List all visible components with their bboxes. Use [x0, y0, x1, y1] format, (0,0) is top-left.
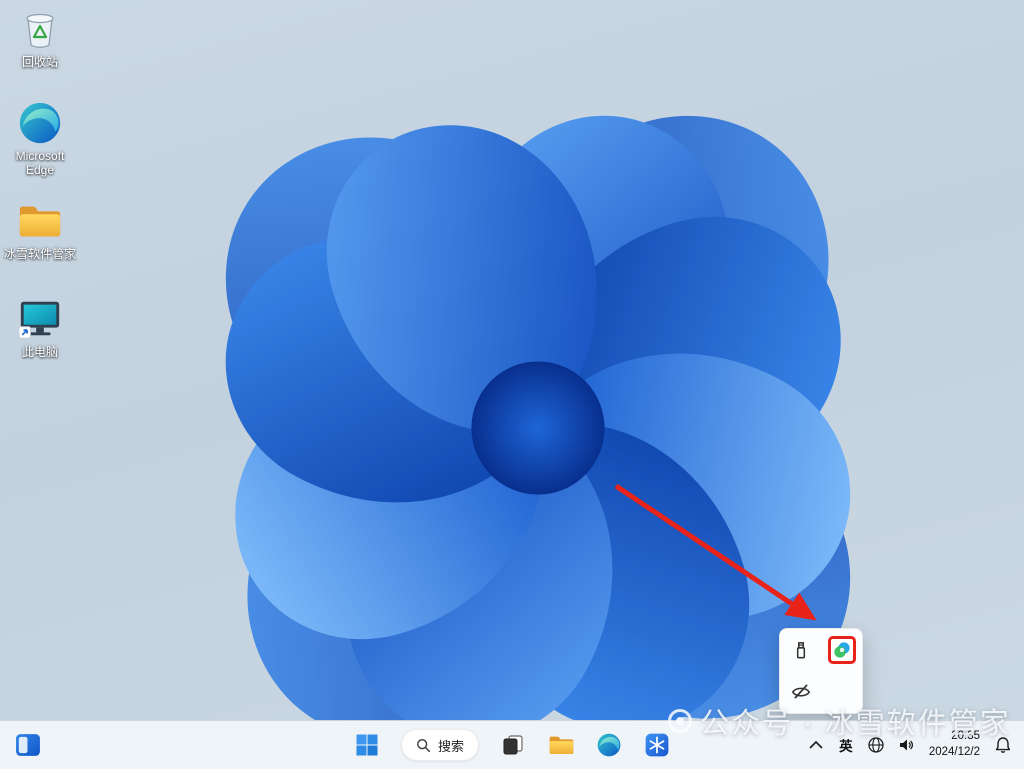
hidden-eye-icon	[790, 680, 812, 702]
bingxue-app-button[interactable]	[637, 725, 677, 765]
network-globe-icon	[867, 736, 885, 754]
tray-overflow-flyout	[779, 628, 863, 714]
search-icon	[416, 738, 431, 753]
edge-icon	[17, 100, 63, 146]
network-globe-button[interactable]	[863, 725, 889, 765]
task-view-button[interactable]	[493, 725, 533, 765]
security-manager-icon	[832, 640, 852, 660]
desktop-icon-bingxue-folder[interactable]: 冰雪软件管家	[1, 198, 79, 261]
clock-time: 20:35	[951, 729, 980, 745]
wallpaper-bloom	[0, 0, 1024, 721]
windows-start-icon	[355, 733, 379, 757]
usb-device-icon	[790, 639, 812, 661]
desktop: 回收站 Microsoft Edge	[0, 0, 1024, 769]
notifications-button[interactable]	[990, 725, 1016, 765]
taskbar-clock[interactable]: 20:35 2024/12/2	[923, 725, 986, 765]
search-label: 搜索	[438, 736, 464, 755]
tray-icon-security-manager[interactable]	[825, 633, 859, 667]
tray-icon-hidden-eye[interactable]	[784, 674, 818, 708]
ime-indicator[interactable]: 英	[833, 725, 859, 765]
taskbar-search[interactable]: 搜索	[401, 729, 479, 761]
edge-browser-button[interactable]	[589, 725, 629, 765]
desktop-icon-recycle-bin[interactable]: 回收站	[1, 6, 79, 69]
widgets-button[interactable]	[8, 725, 48, 765]
start-button[interactable]	[347, 725, 387, 765]
volume-button[interactable]	[893, 725, 919, 765]
tray-chevron-button[interactable]	[803, 725, 829, 765]
desktop-icon-label: 回收站	[22, 55, 58, 69]
this-pc-icon	[17, 296, 63, 342]
bingxue-app-icon	[644, 732, 670, 758]
desktop-icon-this-pc[interactable]: 此电脑	[1, 296, 79, 359]
desktop-icon-label: 冰雪软件管家	[4, 247, 76, 261]
annotation-red-box	[828, 636, 856, 664]
desktop-icon-label: 此电脑	[22, 345, 58, 359]
widgets-icon	[15, 732, 41, 758]
clock-date: 2024/12/2	[929, 745, 980, 761]
volume-icon	[897, 736, 915, 754]
tray-icon-usb-device[interactable]	[784, 633, 818, 667]
desktop-icon-label: Microsoft Edge	[1, 149, 79, 178]
recycle-bin-icon	[17, 6, 63, 52]
notification-bell-icon	[993, 735, 1013, 755]
edge-icon	[596, 732, 622, 758]
desktop-icon-edge[interactable]: Microsoft Edge	[1, 100, 79, 178]
task-view-icon	[501, 733, 525, 757]
taskbar: 搜索	[0, 720, 1024, 769]
file-explorer-icon	[548, 733, 575, 757]
file-explorer-button[interactable]	[541, 725, 581, 765]
chevron-up-icon	[809, 741, 823, 749]
folder-icon	[17, 198, 63, 244]
